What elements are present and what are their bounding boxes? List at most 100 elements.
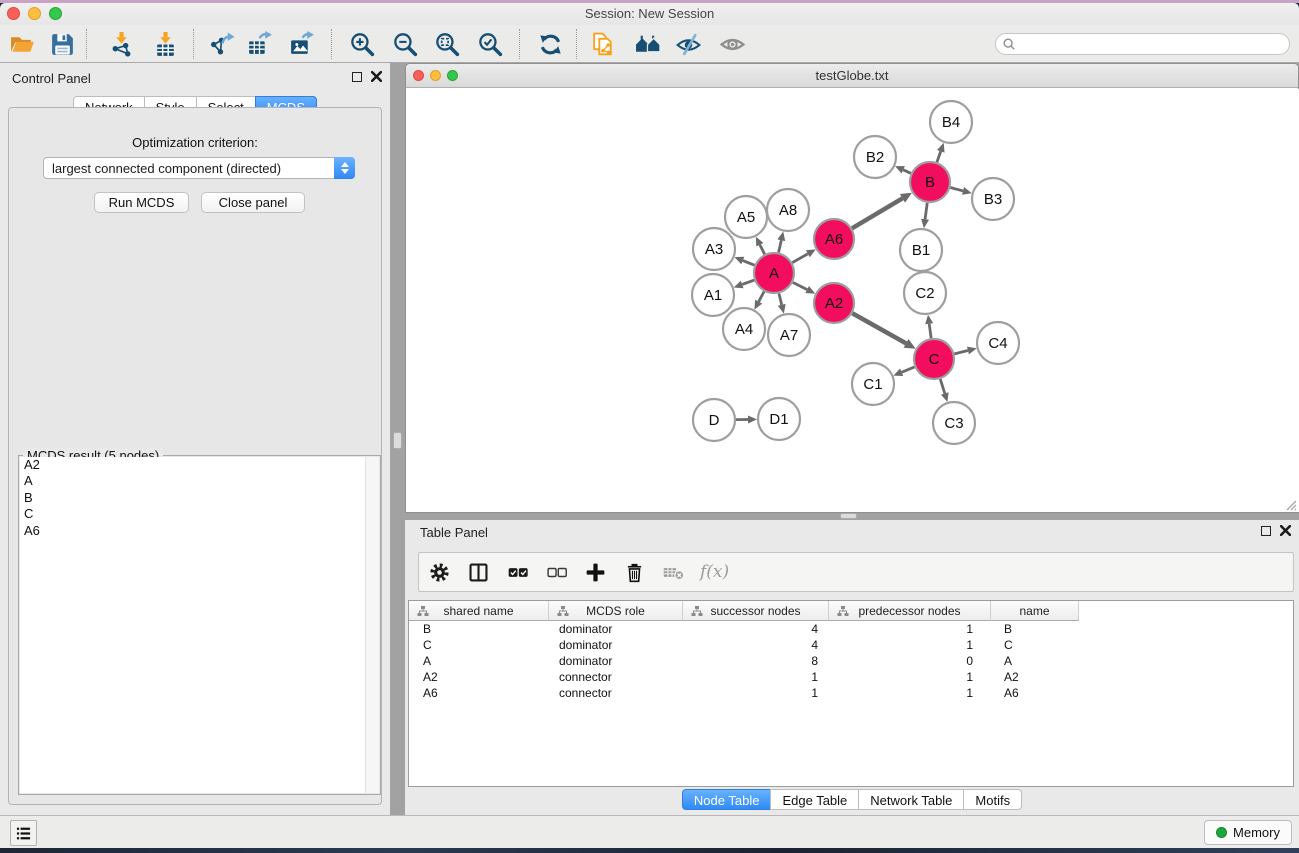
edge-A-A8[interactable] [779,240,782,252]
table-row[interactable]: A2connector11A2 [409,669,1079,685]
show-column-panel-button[interactable] [466,560,491,585]
tab-network-table[interactable]: Network Table [858,789,964,810]
close-panel-button[interactable]: Close panel [201,192,305,213]
export-table-button[interactable] [241,27,277,61]
save-session-button[interactable] [44,27,80,61]
run-mcds-button[interactable]: Run MCDS [94,192,189,213]
function-builder-button[interactable]: f(x) [700,560,729,585]
window-title: Session: New Session [0,6,1299,21]
edge-A-A5[interactable] [760,245,765,254]
table-panel-tabs: Node TableEdge TableNetwork TableMotifs [405,789,1299,810]
show-all-button[interactable] [714,27,750,61]
mcds-result-item[interactable]: A6 [20,523,379,539]
table-cell: dominator [549,637,683,653]
close-panel-icon[interactable] [1280,525,1291,536]
vertical-splitter-grip[interactable] [393,432,402,449]
table-row[interactable]: Bdominator41B [409,621,1079,637]
result-list-scrollbar[interactable] [365,457,379,793]
edge-A2-C[interactable] [852,313,906,343]
edge-A-A7[interactable] [779,293,782,304]
mcds-result-item[interactable]: A2 [20,457,379,473]
column-header-shared-name[interactable]: shared name [409,601,549,621]
table-cell: 1 [829,685,991,701]
open-folder-icon [9,31,36,58]
edge-C-C2[interactable] [929,324,931,338]
arrowhead-icon [937,143,945,153]
edge-A-A1[interactable] [742,280,754,284]
refresh-button[interactable] [532,27,568,61]
edge-A-A2[interactable] [793,282,807,289]
home-button[interactable] [630,27,666,61]
search-input[interactable] [1016,35,1289,53]
table-panel-buttons [1261,525,1291,536]
edge-A-A6[interactable] [792,254,808,263]
desktop-wallpaper-bottom [0,848,1299,853]
zoom-in-button[interactable] [344,27,380,61]
tab-node-table[interactable]: Node Table [682,789,772,810]
task-history-button[interactable] [10,820,37,846]
import-table-button[interactable] [147,27,183,61]
node-label-B1: B1 [912,242,930,259]
column-header-MCDS-role[interactable]: MCDS role [549,601,683,621]
close-panel-icon[interactable] [371,71,382,82]
edge-B-B2[interactable] [903,170,911,173]
delete-table-button[interactable] [661,560,686,585]
column-header-name[interactable]: name [991,601,1079,621]
float-panel-icon[interactable] [1261,526,1271,536]
toolbar-separator [576,29,577,59]
tab-edge-table[interactable]: Edge Table [770,789,859,810]
node-table[interactable]: shared nameMCDS rolesuccessor nodesprede… [408,600,1294,787]
network-canvas[interactable]: AA1A2A3A4A5A6A7A8BB1B2B3B4CC1C2C3C4DD1 [407,89,1299,512]
zoom-out-button[interactable] [387,27,423,61]
delete-columns-button[interactable] [622,560,647,585]
mcds-result-list[interactable]: A2ABCA6 [20,457,379,793]
export-network-button[interactable] [203,27,239,61]
edge-A-A4[interactable] [759,292,764,302]
edge-A6-B[interactable] [852,198,902,228]
deselect-all-button[interactable] [544,560,569,585]
mcds-result-item[interactable]: C [20,506,379,522]
export-image-icon [288,31,315,58]
toolbar-separator [86,29,87,59]
clone-network-button[interactable] [585,27,621,61]
horizontal-splitter-grip[interactable] [840,513,857,519]
search-field[interactable] [995,33,1290,55]
edge-B-B1[interactable] [925,203,927,219]
table-settings-button[interactable] [427,560,452,585]
zoom-fit-button[interactable] [429,27,465,61]
control-panel-buttons [352,71,382,82]
table-cell: B [409,621,549,637]
node-label-A2: A2 [825,295,843,312]
edge-C-C1[interactable] [902,367,915,372]
open-file-button[interactable] [4,27,40,61]
table-row[interactable]: Cdominator41C [409,637,1079,653]
node-label-C3: C3 [944,415,963,432]
node-label-A5: A5 [737,209,755,226]
attribute-tree-icon [417,605,429,617]
columns-icon [467,561,490,584]
float-panel-icon[interactable] [352,72,362,82]
edge-B-B3[interactable] [950,187,963,190]
edge-C-C4[interactable] [954,351,968,354]
export-image-button[interactable] [283,27,319,61]
column-header-successor-nodes[interactable]: successor nodes [683,601,829,621]
select-all-button[interactable] [505,560,530,585]
optimization-criterion-select[interactable]: largest connected component (directed) [43,157,355,179]
import-network-button[interactable] [103,27,139,61]
mcds-result-item[interactable]: B [20,490,379,506]
tab-motifs[interactable]: Motifs [963,789,1022,810]
edge-A-A3[interactable] [743,261,755,266]
edge-B-B4[interactable] [937,151,941,162]
table-row[interactable]: A6connector11A6 [409,685,1079,701]
window-resize-grip[interactable] [1283,497,1297,511]
zoom-selected-button[interactable] [472,27,508,61]
node-table-header: shared nameMCDS rolesuccessor nodesprede… [409,601,1079,621]
column-header-predecessor-nodes[interactable]: predecessor nodes [829,601,991,621]
mcds-result-item[interactable]: A [20,473,379,489]
network-graph[interactable]: AA1A2A3A4A5A6A7A8BB1B2B3B4CC1C2C3C4DD1 [407,89,1299,512]
table-row[interactable]: Adominator80A [409,653,1079,669]
add-column-button[interactable] [583,560,608,585]
memory-button[interactable]: Memory [1204,820,1292,845]
edge-C-C3[interactable] [940,379,944,393]
hide-selected-button[interactable] [670,27,706,61]
